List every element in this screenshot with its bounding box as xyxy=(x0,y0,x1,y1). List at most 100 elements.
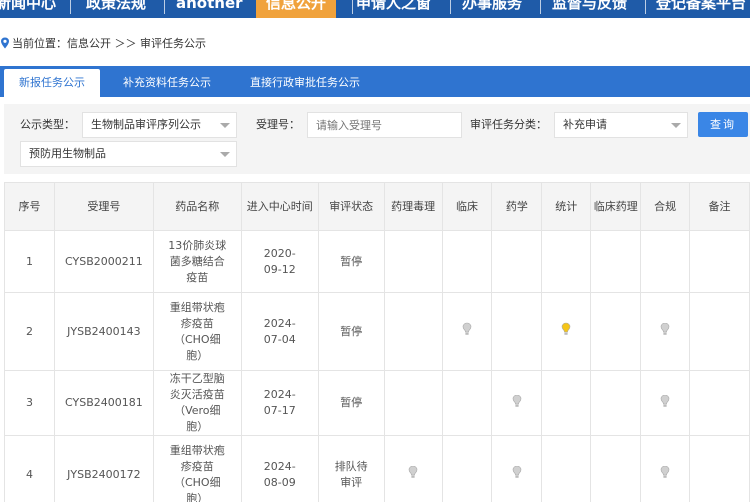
top-nav: 新闻中心 政策法规 another 信息公开 申请人之窗 办事服务 监督与反馈 … xyxy=(0,0,750,18)
chevron-down-icon xyxy=(220,152,230,157)
col-header-clinical: 临床 xyxy=(441,182,493,231)
table-row: 2 JYSB2400143 重组带状疱疹疫苗（CHO细胞） 2024-07-04 暂停 xyxy=(4,292,750,371)
row-mark-stats xyxy=(541,230,592,293)
type-select-value: 生物制品审评序列公示 xyxy=(91,118,201,131)
table-row: 1 CYSB2000211 13价肺炎球菌多糖结合疫苗 2020-09-12 暂停 xyxy=(4,230,750,293)
row-entry-time: 2024-07-17 xyxy=(240,370,319,436)
col-header-no: 序号 xyxy=(4,182,55,231)
row-drug-name: 重组带状疱疹疫苗（CHO细胞） xyxy=(152,435,242,502)
row-mark-clin-pharm xyxy=(590,370,642,436)
row-mark-clin-pharm xyxy=(590,435,642,502)
accept-label: 受理号： xyxy=(256,118,300,131)
row-no: 4 xyxy=(4,435,55,502)
row-no: 2 xyxy=(4,292,55,371)
row-mark-pharm-tox xyxy=(383,370,443,436)
row-remark xyxy=(689,370,750,436)
row-mark-compliance xyxy=(640,292,691,371)
table-row: 4 JYSB2400172 重组带状疱疹疫苗（CHO细胞） 2024-08-09 排队待… xyxy=(4,435,750,502)
row-drug-name: 13价肺炎球菌多糖结合疫苗 xyxy=(152,230,242,293)
tab-new-tasks[interactable]: 新报任务公示 xyxy=(4,69,100,97)
row-entry-time: 2024-08-09 xyxy=(240,435,319,502)
review-task-table: 序号 受理号 药品名称 进入中心时间 审评状态 药理毒理 临床 药学 统计 临床… xyxy=(4,182,750,502)
breadcrumb: 当前位置：信息公开 ＞＞ 审评任务公示 xyxy=(0,36,206,52)
lightbulb-icon xyxy=(660,465,670,478)
row-drug-name: 冻干乙型脑炎灭活疫苗（Vero细胞） xyxy=(152,370,242,436)
lightbulb-icon xyxy=(660,322,670,335)
col-header-remark: 备注 xyxy=(689,182,750,231)
lightbulb-icon xyxy=(561,322,571,335)
breadcrumb-prefix: 当前位置： xyxy=(12,37,67,50)
col-header-entry-time: 进入中心时间 xyxy=(240,182,319,231)
type-select[interactable]: 生物制品审评序列公示 xyxy=(82,112,237,138)
nav-item-services[interactable]: 办事服务 xyxy=(462,0,522,18)
row-mark-clinical xyxy=(441,435,493,502)
table-row: 3 CYSB2400181 冻干乙型脑炎灭活疫苗（Vero细胞） 2024-07-17… xyxy=(4,370,750,436)
category-label: 审评任务分类： xyxy=(470,118,547,131)
tab-direct-approval-tasks[interactable]: 直接行政审批任务公示 xyxy=(240,66,370,97)
row-remark xyxy=(689,292,750,371)
nav-separator xyxy=(645,0,646,14)
nav-separator xyxy=(164,0,165,14)
row-remark xyxy=(689,230,750,293)
row-mark-compliance xyxy=(640,370,691,436)
row-mark-pharm-tox xyxy=(383,230,443,293)
row-accept-no: JYSB2400143 xyxy=(53,292,154,371)
col-header-accept-no: 受理号 xyxy=(53,182,154,231)
col-header-compliance: 合规 xyxy=(640,182,691,231)
col-header-pharm-tox: 药理毒理 xyxy=(383,182,443,231)
location-pin-icon xyxy=(1,37,9,49)
row-mark-pharmacy xyxy=(491,230,543,293)
chevron-down-icon xyxy=(220,123,230,128)
row-mark-stats xyxy=(541,370,592,436)
row-mark-pharm-tox xyxy=(383,292,443,371)
nav-separator xyxy=(352,0,353,14)
row-mark-clinical xyxy=(441,292,493,371)
row-accept-no: CYSB2400181 xyxy=(53,370,154,436)
query-button[interactable]: 查询 xyxy=(698,112,748,137)
nav-item-registration[interactable]: 登记备案平台 xyxy=(656,0,746,18)
row-accept-no: JYSB2400172 xyxy=(53,435,154,502)
row-mark-stats xyxy=(541,435,592,502)
lightbulb-icon xyxy=(512,394,522,407)
row-mark-clinical xyxy=(441,230,493,293)
row-mark-pharmacy xyxy=(491,370,543,436)
row-mark-compliance xyxy=(640,435,691,502)
row-drug-name: 重组带状疱疹疫苗（CHO细胞） xyxy=(152,292,242,371)
accept-number-input[interactable] xyxy=(307,112,462,138)
row-accept-no: CYSB2000211 xyxy=(53,230,154,293)
row-status: 排队待审评 xyxy=(317,435,385,502)
nav-item-applicant[interactable]: 申请人之窗 xyxy=(356,0,431,18)
filter-panel: 公示类型： 生物制品审评序列公示 受理号： 审评任务分类： 补充申请 查询 预防… xyxy=(4,104,750,174)
lightbulb-icon xyxy=(512,465,522,478)
subtype-select[interactable]: 预防用生物制品 xyxy=(20,141,237,167)
col-header-drug-name: 药品名称 xyxy=(152,182,242,231)
row-remark xyxy=(689,435,750,502)
nav-item-news[interactable]: 新闻中心 xyxy=(0,0,56,18)
row-status: 暂停 xyxy=(317,370,385,436)
row-no: 3 xyxy=(4,370,55,436)
row-mark-pharmacy xyxy=(491,292,543,371)
row-mark-clin-pharm xyxy=(590,292,642,371)
tab-supplement-tasks[interactable]: 补充资料任务公示 xyxy=(112,66,222,97)
col-header-pharmacy: 药学 xyxy=(491,182,543,231)
col-header-clin-pharm: 临床药理 xyxy=(590,182,642,231)
nav-item-policy[interactable]: 政策法规 xyxy=(86,0,146,18)
row-status: 暂停 xyxy=(317,292,385,371)
row-mark-stats xyxy=(541,292,592,371)
nav-separator xyxy=(450,0,451,14)
category-select[interactable]: 补充申请 xyxy=(554,112,688,138)
nav-item-feedback[interactable]: 监督与反馈 xyxy=(552,0,627,18)
table-header-row: 序号 受理号 药品名称 进入中心时间 审评状态 药理毒理 临床 药学 统计 临床… xyxy=(4,182,750,231)
col-header-stats: 统计 xyxy=(541,182,592,231)
nav-separator xyxy=(70,0,71,14)
nav-item-3[interactable]: another xyxy=(176,0,243,18)
nav-item-info-disclosure[interactable]: 信息公开 xyxy=(256,0,337,18)
nav-separator xyxy=(540,0,541,14)
row-entry-time: 2024-07-04 xyxy=(240,292,319,371)
lightbulb-icon xyxy=(462,322,472,335)
subtype-select-value: 预防用生物制品 xyxy=(29,147,106,160)
category-select-value: 补充申请 xyxy=(563,118,607,131)
breadcrumb-path[interactable]: 信息公开 ＞＞ 审评任务公示 xyxy=(67,37,206,50)
chevron-down-icon xyxy=(671,123,681,128)
row-entry-time: 2020-09-12 xyxy=(240,230,319,293)
